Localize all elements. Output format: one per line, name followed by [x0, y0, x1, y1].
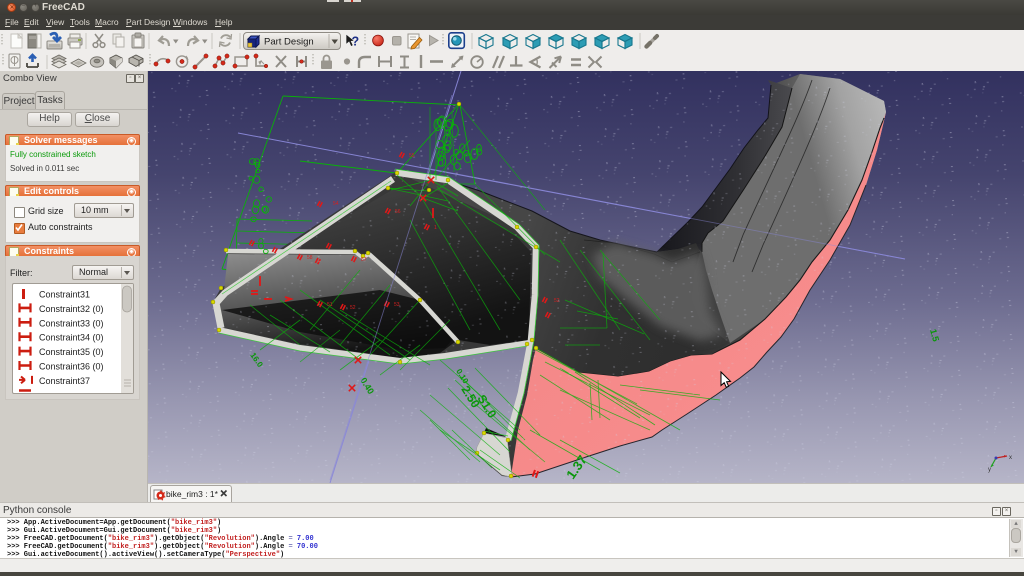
- svg-text:Constraint32 (0): Constraint32 (0): [39, 304, 104, 314]
- svg-text:54: 54: [333, 201, 339, 207]
- svg-text:Part Design: Part Design: [264, 37, 314, 48]
- svg-text:Constraint37: Constraint37: [39, 376, 90, 386]
- svg-text:?: ?: [352, 35, 360, 49]
- svg-text:x: x: [1009, 455, 1012, 461]
- svg-text:bike_rim3 : 1*: bike_rim3 : 1*: [166, 489, 219, 499]
- svg-text:55: 55: [409, 153, 415, 159]
- svg-text:Constraint34 (0): Constraint34 (0): [39, 333, 104, 343]
- svg-text:Constraint31: Constraint31: [39, 290, 90, 300]
- svg-text:Constraint35 (0): Constraint35 (0): [39, 347, 104, 357]
- svg-text:Constraint33 (0): Constraint33 (0): [39, 318, 104, 328]
- svg-text:y: y: [988, 467, 991, 473]
- svg-text:Constraint36 (0): Constraint36 (0): [39, 362, 104, 372]
